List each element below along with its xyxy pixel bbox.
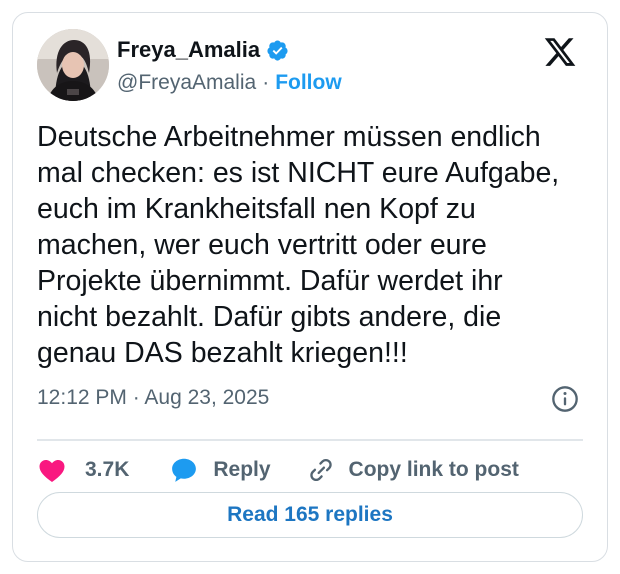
reply-bubble-icon [172, 458, 197, 482]
separator-dot: · [262, 71, 270, 94]
like-count: 3.7K [85, 458, 130, 481]
tweet-line: euch im Krankheitsfall nen Kopf zu [37, 193, 476, 225]
tweet-line: genau DAS bezahlt kriegen!!! [37, 337, 408, 369]
avatar-image [37, 29, 109, 101]
tweet-line: Deutsche Arbeitnehmer müssen endlich [37, 121, 541, 153]
copy-link-label: Copy link to post [348, 458, 519, 481]
author-handle[interactable]: @FreyaAmalia [117, 71, 256, 95]
tweet-card: Freya_Amalia @FreyaAmalia · Follow Deuts… [12, 12, 608, 562]
author-handle-row: @FreyaAmalia · Follow [117, 71, 342, 95]
tweet-line: machen, wer euch vertritt oder eure [37, 229, 487, 261]
tweet-text: Deutsche Arbeitnehmer müssen endlich mal… [37, 119, 587, 371]
author-name[interactable]: Freya_Amalia [117, 37, 260, 63]
divider [37, 439, 583, 441]
verified-badge-icon [267, 39, 288, 61]
follow-button[interactable]: Follow [275, 71, 342, 95]
x-logo-icon[interactable] [543, 35, 577, 69]
tweet-timestamp[interactable]: 12:12 PM · Aug 23, 2025 [37, 386, 269, 410]
tweet-line: mal checken: es ist NICHT eure Aufgabe, [37, 157, 560, 189]
link-icon [309, 458, 332, 482]
action-bar: 3.7K Reply Copy link to post [37, 447, 519, 493]
reply-button[interactable]: Reply [169, 455, 271, 485]
read-replies-button[interactable]: Read 165 replies [37, 492, 583, 538]
heart-icon [39, 460, 65, 482]
copy-link-button[interactable]: Copy link to post [307, 456, 519, 484]
author-name-row: Freya_Amalia [117, 37, 289, 63]
tweet-line: nicht bezahlt. Dafür gibts andere, die [37, 301, 502, 333]
reply-label: Reply [213, 458, 271, 481]
info-icon[interactable] [551, 385, 579, 413]
like-button[interactable]: 3.7K [37, 455, 129, 485]
avatar[interactable] [37, 29, 109, 101]
tweet-line: Projekte übernimmt. Dafür werdet ihr [37, 265, 503, 297]
